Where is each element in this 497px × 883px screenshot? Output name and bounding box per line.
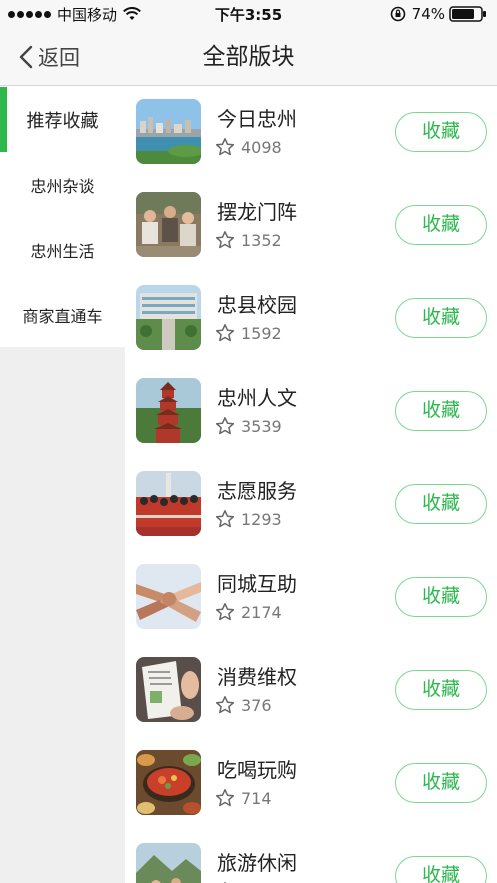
- board-title: 忠县校园: [217, 293, 297, 317]
- favorite-button[interactable]: 收藏: [395, 763, 487, 803]
- star-icon: [215, 603, 235, 621]
- board-stats: 376: [215, 695, 272, 715]
- board-title: 今日忠州: [217, 107, 297, 131]
- board-title: 旅游休闲: [217, 851, 297, 875]
- favorite-count: 1592: [241, 323, 282, 343]
- sidebar-item-label: 推荐收藏: [26, 110, 99, 132]
- list-item[interactable]: 消费维权 376 收藏: [125, 645, 497, 738]
- star-icon: [215, 696, 235, 714]
- rotation-lock-icon: [390, 6, 405, 22]
- hands-photo-icon: [136, 564, 201, 629]
- board-stats: 1592: [215, 323, 282, 343]
- board-stats: 4098: [215, 137, 282, 157]
- board-stats: 1293: [215, 509, 282, 529]
- board-title: 志愿服务: [217, 479, 297, 503]
- document-photo-icon: [136, 657, 201, 722]
- list-item[interactable]: 忠县校园 1592 收藏: [125, 273, 497, 366]
- favorite-count: 714: [241, 788, 272, 808]
- favorite-count: 4098: [241, 137, 282, 157]
- list-item[interactable]: 忠州人文 3539 收藏: [125, 366, 497, 459]
- favorite-button[interactable]: 收藏: [395, 577, 487, 617]
- board-stats: 714: [215, 788, 272, 808]
- board-title: 吃喝玩购: [217, 758, 297, 782]
- list-item[interactable]: 今日忠州 4098 收藏: [125, 87, 497, 180]
- sidebar-item-label: 忠州生活: [30, 241, 95, 261]
- list-item[interactable]: 同城互助 2174 收藏: [125, 552, 497, 645]
- back-label: 返回: [38, 46, 80, 70]
- campus-photo-icon: [136, 285, 201, 350]
- board-list: 今日忠州 4098 收藏 摆龙门阵 1352 收藏 忠县校园 1592 收藏 忠…: [125, 87, 497, 883]
- nav-bar: 返回 全部版块: [0, 28, 497, 86]
- favorite-button[interactable]: 收藏: [395, 205, 487, 245]
- favorite-count: 3539: [241, 416, 282, 436]
- star-icon: [215, 231, 235, 249]
- favorite-count: 376: [241, 695, 272, 715]
- board-stats: 1352: [215, 230, 282, 250]
- list-item[interactable]: 吃喝玩购 714 收藏: [125, 738, 497, 831]
- star-icon: [215, 789, 235, 807]
- star-icon: [215, 324, 235, 342]
- board-stats: 3539: [215, 416, 282, 436]
- board-title: 消费维权: [217, 665, 297, 689]
- travel-photo-icon: [136, 843, 201, 883]
- favorite-count: 2174: [241, 602, 282, 622]
- battery-percent: 74%: [411, 5, 445, 23]
- list-item[interactable]: 志愿服务 1293 收藏: [125, 459, 497, 552]
- status-bar: 中国移动 下午3:55 74%: [0, 0, 497, 28]
- list-item[interactable]: 旅游休闲 收藏: [125, 831, 497, 883]
- food-photo-icon: [136, 750, 201, 815]
- favorite-button[interactable]: 收藏: [395, 856, 487, 883]
- star-icon: [215, 417, 235, 435]
- star-icon: [215, 138, 235, 156]
- sidebar: 推荐收藏 忠州杂谈 忠州生活 商家直通车: [0, 87, 125, 883]
- sidebar-item-merchants[interactable]: 商家直通车: [0, 282, 125, 347]
- sidebar-item-recommended[interactable]: 推荐收藏: [0, 87, 125, 152]
- favorite-button[interactable]: 收藏: [395, 391, 487, 431]
- sidebar-item-label: 商家直通车: [22, 306, 103, 326]
- sidebar-item-chat[interactable]: 忠州杂谈: [0, 152, 125, 217]
- sidebar-item-label: 忠州杂谈: [30, 176, 95, 196]
- favorite-count: 1352: [241, 230, 282, 250]
- volunteers-photo-icon: [136, 471, 201, 536]
- favorite-button[interactable]: 收藏: [395, 298, 487, 338]
- sidebar-item-life[interactable]: 忠州生活: [0, 217, 125, 282]
- city-photo-icon: [136, 99, 201, 164]
- board-stats: 2174: [215, 602, 282, 622]
- favorite-button[interactable]: 收藏: [395, 112, 487, 152]
- people-chat-photo-icon: [136, 192, 201, 257]
- battery-icon: [449, 6, 486, 22]
- favorite-count: 1293: [241, 509, 282, 529]
- board-title: 同城互助: [217, 572, 297, 596]
- favorite-button[interactable]: 收藏: [395, 670, 487, 710]
- chevron-left-icon: [19, 45, 33, 69]
- star-icon: [215, 510, 235, 528]
- favorite-button[interactable]: 收藏: [395, 484, 487, 524]
- list-item[interactable]: 摆龙门阵 1352 收藏: [125, 180, 497, 273]
- back-button[interactable]: 返回: [18, 40, 80, 74]
- board-title: 摆龙门阵: [217, 200, 297, 224]
- status-right: 74%: [390, 4, 487, 24]
- board-title: 忠州人文: [217, 386, 297, 410]
- pagoda-photo-icon: [136, 378, 201, 443]
